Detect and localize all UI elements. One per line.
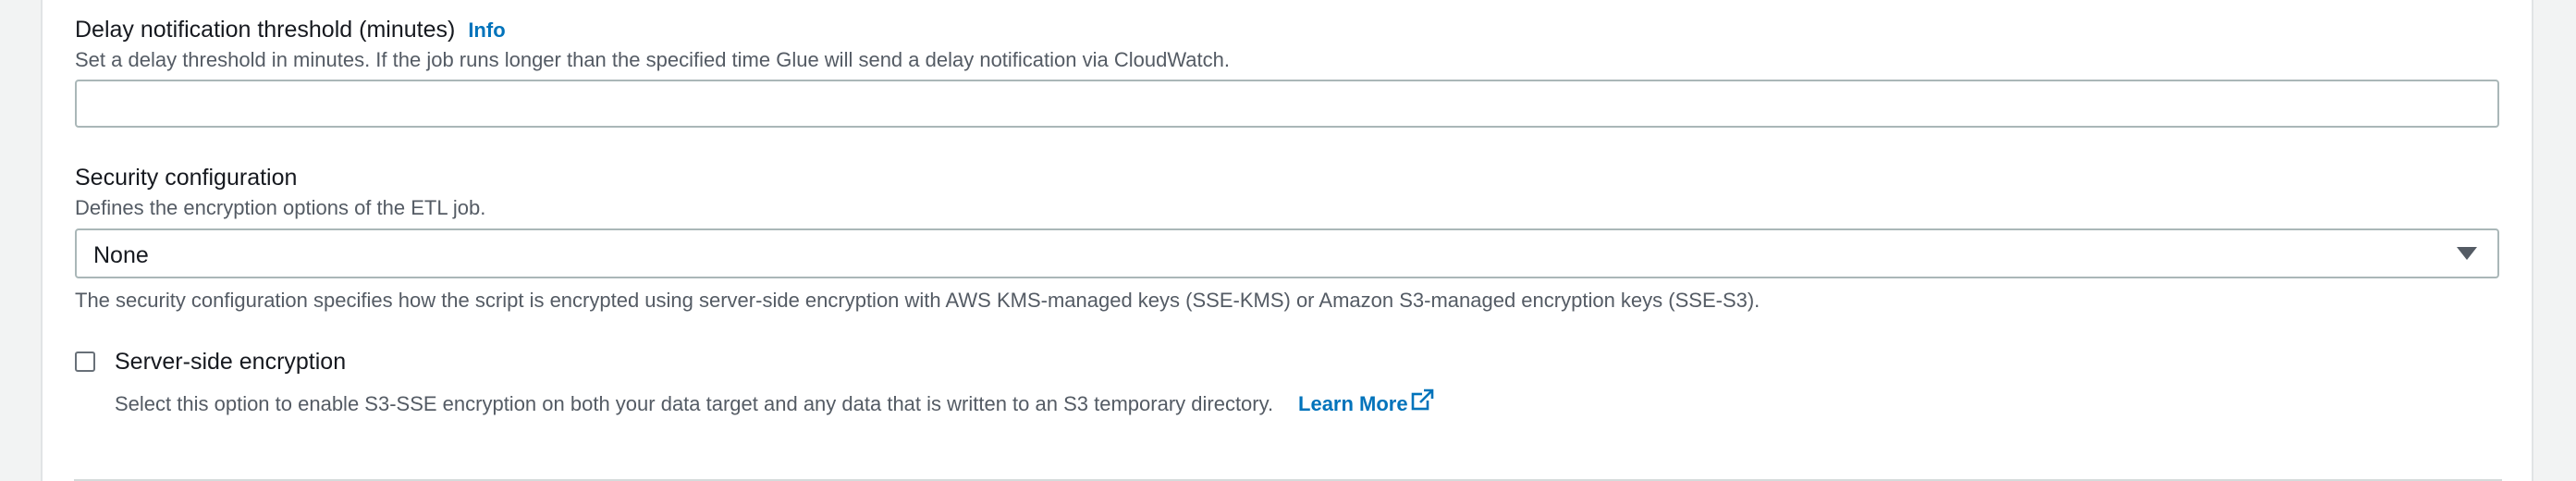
security-config-help: The security configuration specifies how… bbox=[75, 289, 1760, 312]
sse-checkbox[interactable] bbox=[75, 352, 95, 372]
sse-description: Select this option to enable S3-SSE encr… bbox=[115, 392, 1274, 415]
security-config-label: Security configuration bbox=[75, 165, 298, 191]
delay-threshold-description: Set a delay threshold in minutes. If the… bbox=[75, 48, 1230, 71]
caret-down-icon bbox=[2457, 247, 2477, 260]
sse-description-row: Select this option to enable S3-SSE encr… bbox=[115, 388, 1434, 417]
security-config-selected-value: None bbox=[93, 242, 149, 268]
learn-more-link[interactable]: Learn More bbox=[1298, 392, 1408, 415]
sse-label[interactable]: Server-side encryption bbox=[115, 351, 346, 374]
security-config-description: Defines the encryption options of the ET… bbox=[75, 196, 486, 219]
delay-threshold-input[interactable] bbox=[75, 80, 2499, 128]
external-link-icon[interactable] bbox=[1410, 388, 1434, 417]
delay-threshold-label: Delay notification threshold (minutes) bbox=[75, 17, 456, 43]
security-config-select[interactable]: None bbox=[75, 228, 2499, 278]
delay-info-link[interactable]: Info bbox=[468, 18, 505, 42]
delay-field-header: Delay notification threshold (minutes) In… bbox=[75, 18, 506, 43]
